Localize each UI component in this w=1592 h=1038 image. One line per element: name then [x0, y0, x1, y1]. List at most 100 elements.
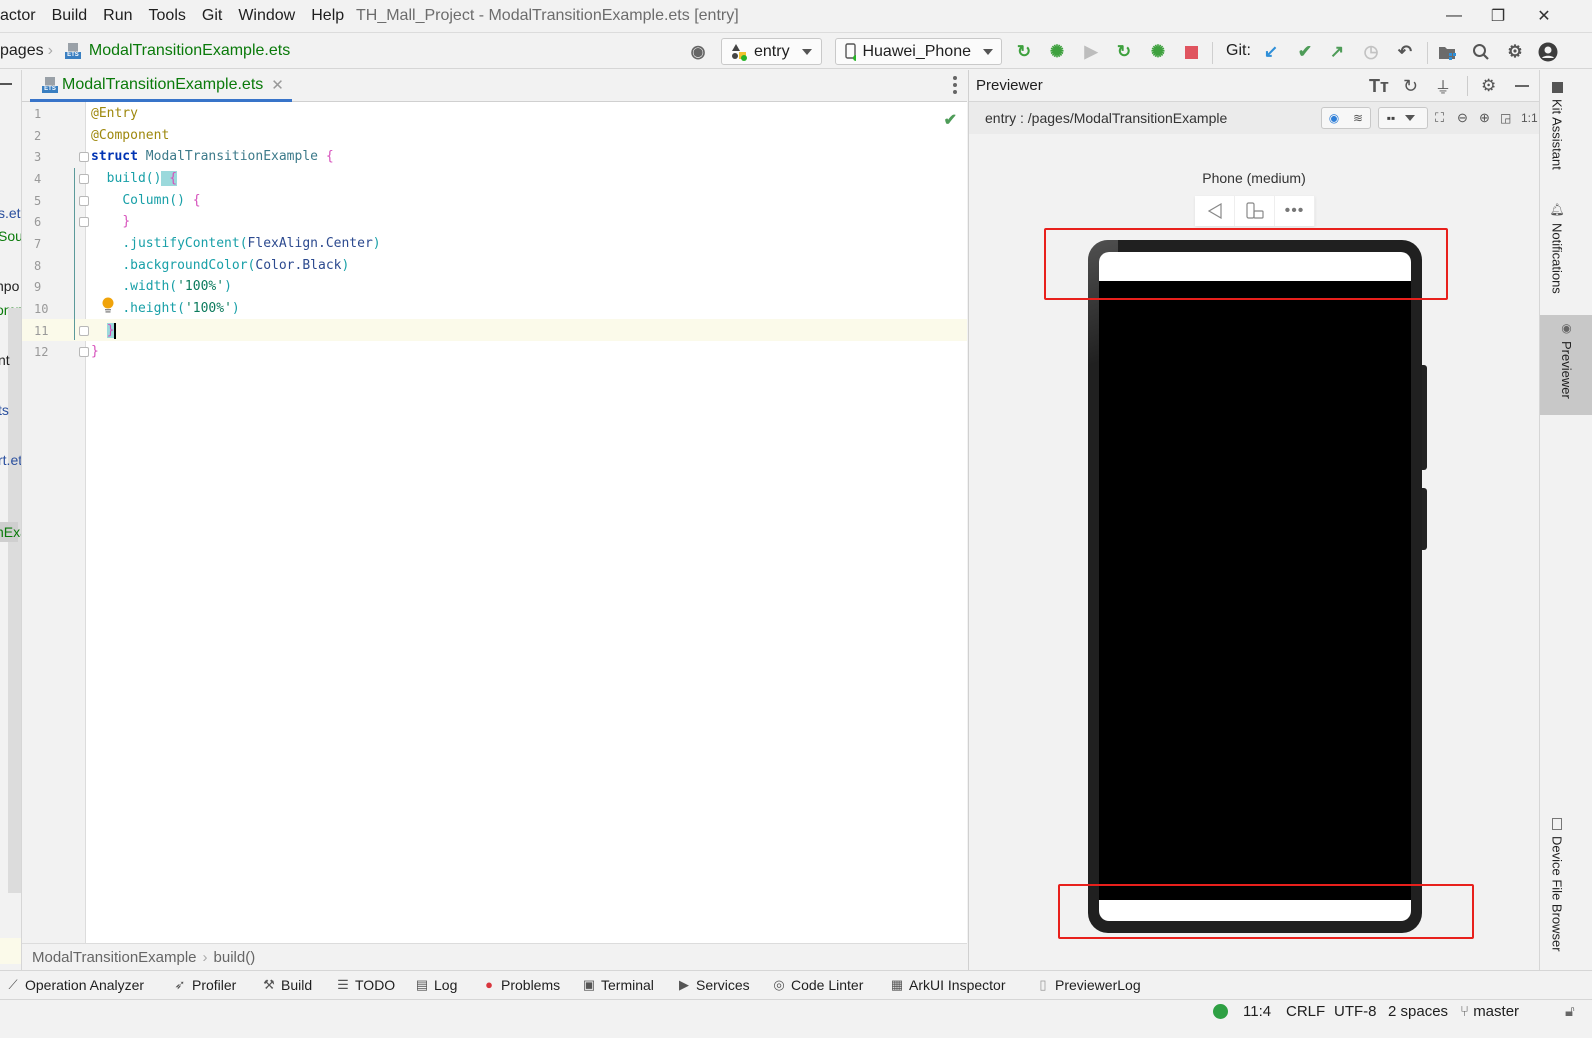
attach-debug-process-icon[interactable]: ✺ — [1148, 42, 1168, 62]
fold-marker-icon[interactable] — [79, 174, 89, 184]
read-only-toggle[interactable]: 🔓︎ — [1565, 1003, 1575, 1020]
component-tree-icon[interactable]: ◉ — [1322, 108, 1346, 128]
code-editor[interactable]: 1 2 3 4 5 6 7 8 9 10 11 12 @Entry @Compo… — [22, 102, 967, 943]
breadcrumb-pages[interactable]: pages — [0, 42, 44, 60]
tool-previewer-log[interactable]: ▯ PreviewerLog — [1036, 977, 1140, 993]
menu-window[interactable]: Window — [238, 7, 295, 25]
menu-tools[interactable]: Tools — [149, 7, 186, 25]
git-update-icon[interactable]: ↙ — [1261, 42, 1281, 62]
status-bar: 11:4 CRLF UTF-8 2 spaces ⑂ master 🔓︎ — [0, 1000, 1592, 1038]
more-options-icon[interactable] — [953, 76, 957, 94]
menu-run[interactable]: Run — [103, 7, 132, 25]
tool-log[interactable]: ▤ Log — [415, 977, 458, 993]
breadcrumb-file[interactable]: ModalTransitionExample.ets — [89, 42, 290, 60]
line-number: 4 — [34, 172, 42, 186]
fit-screen-icon[interactable]: ⛶ — [1435, 106, 1444, 130]
git-push-icon[interactable]: ↗ — [1327, 42, 1347, 62]
line-ending[interactable]: CRLF — [1286, 1003, 1325, 1020]
zoom-in-icon[interactable]: ⊕ — [1479, 106, 1490, 130]
git-commit-icon[interactable]: ✔ — [1295, 42, 1315, 62]
menu-help[interactable]: Help — [311, 7, 344, 25]
tab-previewer[interactable]: ◉ Previewer — [1540, 315, 1592, 415]
code-line: } — [122, 214, 131, 229]
fold-marker-icon[interactable] — [79, 326, 89, 336]
project-structure-icon[interactable] — [1437, 42, 1457, 62]
tool-todo[interactable]: ☰ TODO — [336, 977, 395, 993]
menu-refactor[interactable]: actor — [0, 7, 36, 25]
fold-marker-icon[interactable] — [79, 347, 89, 357]
project-tree-item[interactable]: rt.et — [0, 452, 21, 468]
project-tree-item[interactable]: s.et — [0, 205, 21, 221]
zoom-ratio[interactable]: 1:1 — [1521, 106, 1538, 130]
breadcrumb-struct[interactable]: ModalTransitionExample — [32, 949, 197, 966]
locate-target-icon[interactable]: ◉ — [688, 42, 708, 62]
project-tree-item[interactable]: ts — [0, 402, 9, 418]
git-history-icon[interactable]: ◷ — [1361, 42, 1381, 62]
rotate-button[interactable] — [1235, 196, 1275, 226]
project-tree-item[interactable]: npo — [0, 278, 19, 294]
tool-services[interactable]: ▶ Services — [677, 977, 750, 993]
menu-git[interactable]: Git — [202, 7, 222, 25]
hide-previewer-icon[interactable] — [1515, 74, 1529, 98]
code-breadcrumb: ModalTransitionExample › build() — [22, 943, 967, 970]
tool-terminal[interactable]: ▣ Terminal — [582, 977, 654, 993]
tool-arkui-inspector[interactable]: ▦ ArkUI Inspector — [890, 977, 1006, 993]
module-combo[interactable]: entry — [721, 38, 822, 65]
status-dot-icon — [1213, 1004, 1228, 1019]
more-button[interactable]: ••• — [1275, 196, 1315, 226]
multi-device-dropdown[interactable]: ▪▪ — [1378, 107, 1428, 129]
tool-operation-analyzer[interactable]: ⟋ Operation Analyzer — [6, 977, 144, 993]
tool-code-linter[interactable]: ◎ Code Linter — [772, 977, 863, 993]
no-problems-check-icon[interactable]: ✔ — [944, 110, 957, 130]
right-tool-strip: Kit Assistant 🔔︎ Notifications ◉ Preview… — [1539, 70, 1592, 970]
rerun-icon[interactable]: ↻ — [1014, 42, 1034, 62]
attach-debugger-icon[interactable]: ▶ — [1081, 42, 1101, 62]
fold-marker-icon[interactable] — [79, 152, 89, 162]
status-indicator[interactable] — [1213, 1004, 1228, 1019]
hide-panel-icon[interactable] — [0, 83, 12, 85]
apply-changes-icon[interactable]: ↻ — [1114, 42, 1134, 62]
plug-icon[interactable]: ⏚ — [1435, 74, 1451, 98]
menu-build[interactable]: Build — [52, 7, 88, 25]
back-button[interactable] — [1195, 196, 1235, 226]
device-combo[interactable]: Huawei_Phone — [835, 38, 1002, 65]
tab-notifications[interactable]: 🔔︎ Notifications — [1543, 196, 1571, 300]
project-tree-item[interactable]: Sou — [0, 228, 21, 244]
restore-button[interactable]: ❐ — [1486, 4, 1510, 28]
minimize-button[interactable]: — — [1442, 4, 1466, 28]
close-window-button[interactable]: ✕ — [1532, 4, 1556, 28]
tab-modal-transition-example[interactable]: ETS ModalTransitionExample.ets ✕ — [30, 70, 292, 102]
tool-profiler[interactable]: ➶ Profiler — [173, 977, 237, 993]
fold-marker-icon[interactable] — [79, 217, 89, 227]
tab-kit-assistant[interactable]: Kit Assistant — [1543, 76, 1571, 176]
fold-marker-icon[interactable] — [79, 196, 89, 206]
search-icon[interactable] — [1471, 42, 1491, 62]
previewer-settings-icon[interactable]: ⚙ — [1481, 74, 1496, 98]
git-branch[interactable]: ⑂ master — [1460, 1003, 1519, 1020]
project-panel-scrollbar[interactable] — [8, 308, 21, 893]
debug-icon[interactable]: ✺ — [1047, 42, 1067, 62]
zoom-out-icon[interactable]: ⊖ — [1457, 106, 1468, 130]
cursor-position[interactable]: 11:4 — [1243, 1003, 1271, 1020]
font-size-icon[interactable]: Tт — [1369, 74, 1389, 98]
phone-screen[interactable] — [1099, 252, 1411, 921]
refresh-icon[interactable]: ↻ — [1403, 74, 1418, 98]
tab-device-file-browser[interactable]: Device File Browser — [1543, 812, 1571, 958]
settings-gear-icon[interactable]: ⚙ — [1505, 42, 1525, 62]
git-rollback-icon[interactable]: ↶ — [1395, 42, 1415, 62]
services-play-icon: ▶ — [679, 977, 689, 992]
tool-problems[interactable]: ● Problems — [482, 977, 560, 993]
stop-button[interactable] — [1181, 42, 1201, 62]
vcs-change-marker — [74, 168, 75, 340]
close-tab-icon[interactable]: ✕ — [271, 76, 284, 94]
project-tree-item-selected[interactable]: nExa — [0, 522, 21, 542]
account-avatar-icon[interactable] — [1538, 42, 1558, 62]
indent-setting[interactable]: 2 spaces — [1388, 1003, 1448, 1020]
actual-size-icon[interactable]: ◲ — [1500, 106, 1511, 130]
tool-build[interactable]: ⚒ Build — [262, 977, 312, 993]
breadcrumb-method[interactable]: build() — [214, 949, 256, 966]
project-tree-item[interactable]: nt — [0, 352, 10, 368]
layers-icon[interactable]: ≋ — [1346, 108, 1370, 128]
multi-device-icon: ▪▪ — [1386, 111, 1396, 125]
file-encoding[interactable]: UTF-8 — [1334, 1003, 1377, 1020]
